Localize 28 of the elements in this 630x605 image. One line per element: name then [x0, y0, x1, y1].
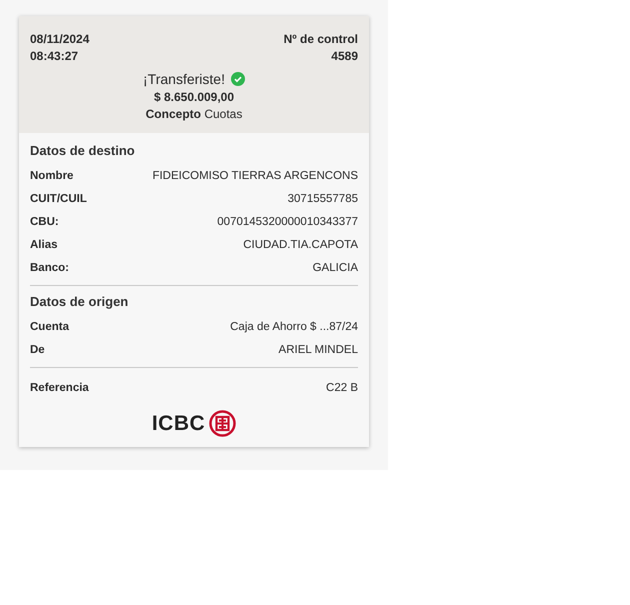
section-title: Datos de destino [30, 143, 136, 158]
field-value: CIUDAD.TIA.CAPOTA [243, 238, 358, 250]
field-value: Caja de Ahorro $ ...87/24 [230, 320, 358, 332]
field-value: GALICIA [312, 262, 358, 274]
field-value: 30715557785 [288, 192, 358, 204]
section-title: Datos de origen [30, 294, 130, 309]
amount-text: $ 8.650.009,00 [154, 90, 234, 104]
field-label: Nombre [30, 170, 74, 182]
field-label: CUIT/CUIL [30, 192, 87, 204]
control-number: 4589 [331, 48, 358, 65]
field-value: C22 B [326, 382, 358, 394]
field-label: Cuenta [30, 320, 69, 332]
field-value: FIDEICOMISO TIERRAS ARGENCONS [152, 170, 358, 182]
field-label: De [30, 344, 45, 356]
field-label: CBU: [30, 216, 59, 228]
field-label: Referencia [30, 382, 89, 394]
bank-emblem-icon [209, 410, 236, 437]
logo-text: ICBC [152, 412, 206, 436]
concept-text: Concepto Cuotas [146, 107, 242, 121]
check-circle-icon [230, 72, 245, 86]
field-value: 0070145320000010343377 [217, 216, 358, 228]
time-text: 08:43:27 [30, 48, 78, 65]
field-label: Banco: [30, 262, 69, 274]
control-label: Nº de control [284, 31, 358, 48]
field-label: Alias [30, 238, 58, 250]
status-title: ¡Transferiste! [143, 71, 225, 87]
field-value: ARIEL MINDEL [278, 344, 358, 356]
date-text: 08/11/2024 [30, 31, 90, 48]
